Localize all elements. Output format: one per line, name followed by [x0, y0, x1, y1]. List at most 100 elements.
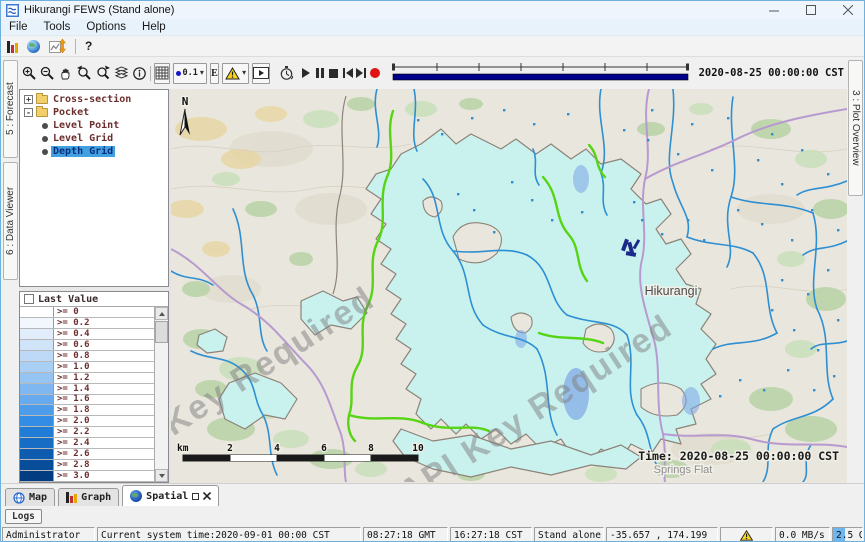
status-gmt-time: 08:27:18 GMT — [363, 527, 448, 542]
legend-label: >= 1.2 — [54, 373, 90, 383]
map-time-overlay: Time: 2020-08-25 00:00:00 CST — [638, 449, 839, 463]
legend-row[interactable]: >= 0.6 — [20, 340, 154, 351]
tab-maximize-icon[interactable] — [192, 493, 199, 500]
menu-help[interactable]: Help — [134, 19, 174, 35]
legend-row[interactable]: >= 2.2 — [20, 427, 154, 438]
legend-list: >= 0 >= 0.2 >= 0.4 >= 0.6 >= 0.8 >= 1.0 … — [20, 307, 168, 482]
legend-swatch — [20, 351, 54, 361]
animation-movie-button[interactable] — [252, 63, 270, 84]
maximize-button[interactable] — [795, 1, 827, 19]
record-button[interactable] — [370, 63, 381, 84]
legend-row[interactable]: >= 1.4 — [20, 384, 154, 395]
expand-icon[interactable]: + — [24, 95, 33, 104]
menu-tools[interactable]: Tools — [36, 19, 79, 35]
tree-item-label: Pocket — [51, 107, 91, 118]
database-icon[interactable] — [7, 40, 18, 53]
last-value-checkbox[interactable] — [24, 294, 34, 304]
svg-text:6: 6 — [321, 443, 327, 454]
arrow-up-icon — [159, 312, 165, 316]
tab-close-icon[interactable] — [203, 492, 211, 500]
legend-swatch — [20, 405, 54, 415]
zoom-out-button[interactable] — [40, 63, 55, 84]
zoom-previous-icon — [76, 65, 92, 81]
layers-button[interactable] — [114, 63, 129, 84]
zoom-previous-button[interactable] — [76, 63, 92, 84]
legend-row[interactable]: >= 0.4 — [20, 329, 154, 340]
legend-swatch — [20, 373, 54, 383]
play-button[interactable] — [301, 63, 312, 84]
status-warning-cell[interactable] — [720, 527, 773, 542]
info-button[interactable] — [132, 63, 147, 84]
legend-row[interactable]: >= 2.4 — [20, 438, 154, 449]
tab-map[interactable]: Map — [5, 488, 55, 506]
legend-row[interactable]: >= 2.8 — [20, 460, 154, 471]
grid-display-button[interactable] — [154, 63, 170, 84]
pan-button[interactable] — [58, 63, 73, 84]
skip-to-start-icon — [343, 68, 353, 78]
minimize-icon — [769, 5, 779, 15]
tree-item-level-point[interactable]: Level Point — [20, 119, 168, 132]
stop-button[interactable] — [329, 63, 340, 84]
menu-options[interactable]: Options — [78, 19, 134, 35]
map-viewport[interactable]: API Key Required API Key Required Hikura… — [171, 89, 847, 483]
menu-file[interactable]: File — [1, 19, 36, 35]
step-last-button[interactable] — [356, 63, 367, 84]
help-button[interactable]: ? — [85, 39, 92, 53]
legend-scrollbar[interactable] — [154, 307, 168, 482]
play-icon — [302, 68, 310, 78]
minimize-button[interactable] — [758, 1, 790, 19]
map-display-icon[interactable] — [27, 40, 40, 53]
legend-swatch — [20, 362, 54, 372]
contour-threshold-dropdown[interactable]: 0.1 ▾ — [173, 63, 207, 84]
status-coordinates: -35.657 , 174.199 — [606, 527, 718, 542]
animation-settings-button[interactable] — [279, 63, 294, 84]
zoom-in-button[interactable] — [22, 63, 37, 84]
tree-item-cross-section[interactable]: + Cross-section — [20, 93, 168, 106]
scroll-up-button[interactable] — [155, 307, 168, 320]
zoom-next-button[interactable] — [95, 63, 111, 84]
legend-swatch — [20, 438, 54, 448]
tab-forecast[interactable]: 5 : Forecast — [3, 60, 18, 158]
label-toggle-button[interactable]: E — [210, 63, 219, 84]
stopwatch-icon — [279, 66, 294, 81]
info-icon — [132, 66, 147, 81]
logs-button[interactable]: Logs — [5, 509, 42, 524]
tab-data-viewer[interactable]: 6 : Data Viewer — [3, 162, 18, 280]
label-springs-flat: Springs Flat — [654, 464, 713, 476]
legend-row[interactable]: >= 1.8 — [20, 405, 154, 416]
legend-row[interactable]: >= 0.2 — [20, 318, 154, 329]
close-button[interactable] — [832, 1, 864, 19]
pause-button[interactable] — [315, 63, 326, 84]
legend-row[interactable]: >= 0 — [20, 307, 154, 318]
toolbar-separator — [75, 39, 76, 54]
spatial-globe-icon — [130, 490, 142, 502]
legend-label: >= 1.8 — [54, 405, 90, 415]
movie-icon — [253, 67, 269, 79]
legend-row[interactable]: >= 3.0 — [20, 471, 154, 482]
legend-row[interactable]: >= 1.6 — [20, 395, 154, 406]
tree-item-depth-grid[interactable]: Depth Grid — [20, 145, 168, 158]
collapse-icon[interactable]: - — [24, 108, 33, 117]
thresholds-warning-dropdown[interactable]: ▾ — [222, 63, 249, 84]
tree-item-level-grid[interactable]: Level Grid — [20, 132, 168, 145]
legend-swatch — [20, 427, 54, 437]
svg-text:4: 4 — [274, 443, 280, 454]
timeseries-icon[interactable] — [49, 39, 66, 54]
scrollbar-thumb[interactable] — [155, 321, 168, 343]
legend-label: >= 2.2 — [54, 427, 90, 437]
legend-row[interactable]: >= 1.0 — [20, 362, 154, 373]
step-first-button[interactable] — [342, 63, 353, 84]
legend-row[interactable]: >= 2.0 — [20, 416, 154, 427]
tab-spatial[interactable]: Spatial — [122, 485, 219, 506]
legend-row[interactable]: >= 2.6 — [20, 449, 154, 460]
legend-row[interactable]: >= 0.8 — [20, 351, 154, 362]
scroll-down-button[interactable] — [155, 469, 168, 482]
legend-swatch — [20, 471, 54, 481]
tab-label: Map — [29, 492, 47, 503]
status-bar: Administrator Current system time:2020-0… — [1, 526, 864, 542]
tab-plot-overview[interactable]: 3 : Plot Overview — [848, 60, 863, 196]
tab-graph[interactable]: Graph — [58, 488, 119, 506]
time-slider[interactable] — [390, 59, 692, 88]
legend-row[interactable]: >= 1.2 — [20, 373, 154, 384]
tree-item-pocket[interactable]: - Pocket — [20, 106, 168, 119]
